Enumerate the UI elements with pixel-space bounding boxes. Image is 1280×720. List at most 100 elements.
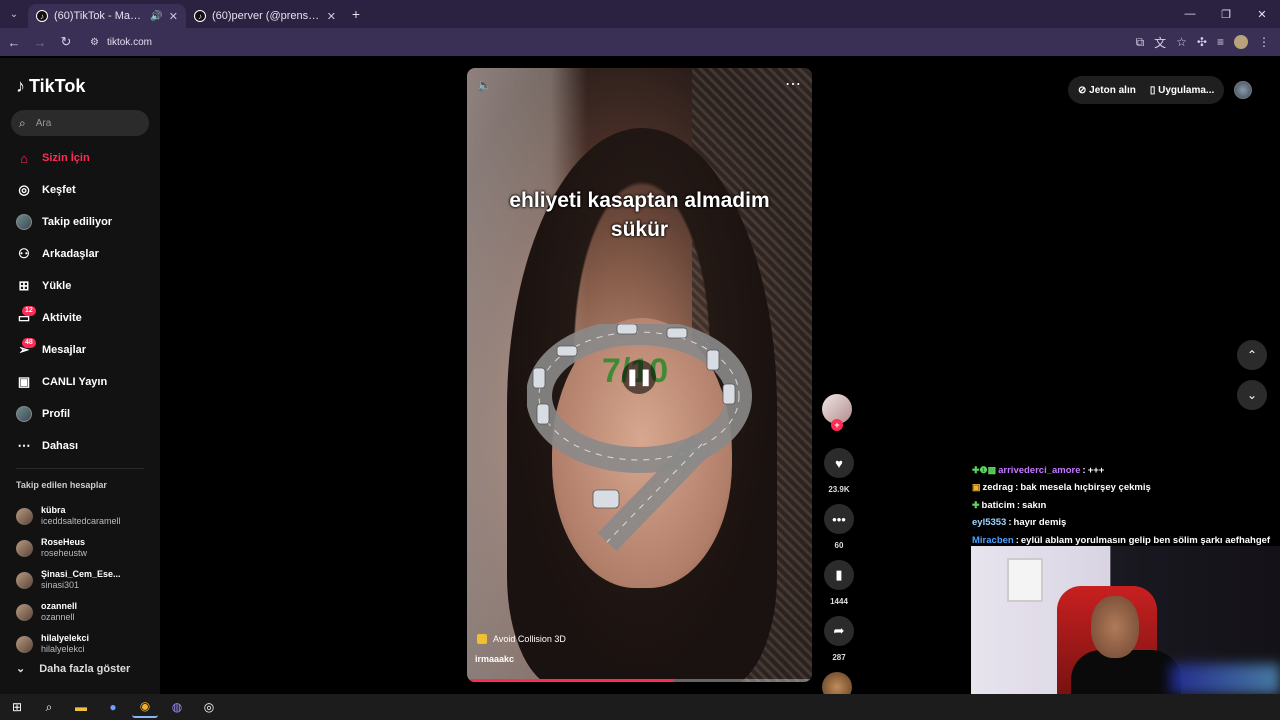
badge-icon: ▣ — [972, 482, 981, 493]
chat-message: hayır demiş — [1013, 517, 1067, 529]
list-item[interactable]: ozannell ozannell — [0, 596, 160, 628]
sidebar-item-live[interactable]: ▣ CANLI Yayın — [0, 366, 160, 398]
save-action[interactable]: ▮ 1444 — [822, 560, 856, 607]
follow-plus-icon[interactable]: + — [831, 419, 843, 431]
previous-video-button[interactable]: ⌃ — [1237, 340, 1267, 370]
more-icon: ⋯ — [17, 438, 31, 453]
chat-line: ✚ baticim : sakın — [972, 499, 1047, 511]
heart-icon[interactable]: ♥ — [824, 448, 854, 478]
chat-message: bak mesela hıçbirşey çekmiş — [1020, 482, 1151, 494]
list-item[interactable]: Şinasi_Cem_Ese... sinasi301 — [0, 564, 160, 596]
new-tab-button[interactable]: + — [344, 6, 368, 22]
share-icon[interactable]: ➦ — [824, 616, 854, 646]
volume-icon[interactable]: 🔈 — [477, 78, 492, 92]
tiktok-logo[interactable]: ♪ TikTok — [16, 76, 85, 97]
tab-close-icon[interactable]: ✕ — [169, 10, 178, 23]
reload-icon[interactable]: ↻ — [54, 30, 78, 54]
obs-icon[interactable]: ◎ — [196, 696, 222, 718]
app-icon[interactable]: ● — [100, 696, 126, 718]
tab-perver[interactable]: ♪ (60)perver (@prensesperver) | T ✕ — [186, 4, 344, 28]
translate-icon[interactable]: 文 — [1154, 34, 1166, 51]
search-placeholder: Ara — [35, 117, 52, 129]
windows-taskbar: ⊞ ⌕ ▬ ● ◉ ◍ ◎ — [0, 694, 1280, 720]
video-progress-bar[interactable] — [467, 679, 812, 682]
tv-icon: ▣ — [17, 374, 31, 389]
tab-search-icon[interactable]: ⌄ — [0, 0, 28, 28]
pause-button[interactable]: ❚❚ — [622, 360, 656, 394]
minimize-icon[interactable]: — — [1172, 0, 1208, 28]
close-window-icon[interactable]: ✕ — [1244, 0, 1280, 28]
windows-start-icon[interactable]: ⊞ — [4, 696, 30, 718]
sidebar-item-explore[interactable]: ◎ Keşfet — [0, 174, 160, 206]
share-action[interactable]: ➦ 287 — [822, 616, 856, 663]
divider — [16, 468, 144, 469]
get-coins-button[interactable]: ⊘ Jeton alın — [1078, 85, 1136, 96]
url-text: tiktok.com — [106, 36, 152, 48]
comment-action[interactable]: ••• 60 — [822, 504, 856, 551]
chat-line: ▣ zedrag : bak mesela hıçbirşey çekmiş — [972, 482, 1151, 494]
extensions-icon[interactable]: ✣ — [1197, 35, 1207, 49]
list-item[interactable]: hilalyelekci hilalyelekci — [0, 628, 160, 660]
game-tag[interactable]: Avoid Collision 3D — [477, 634, 566, 644]
discord-icon[interactable]: ◍ — [164, 696, 190, 718]
feed-navigation: ⌃ ⌄ — [1237, 340, 1267, 420]
media-icon[interactable]: ≡ — [1217, 35, 1224, 49]
video-actions: + ♥ 23.9K ••• 60 ▮ 1444 ➦ 287 — [822, 394, 856, 702]
speaker-icon[interactable]: 🔊 — [150, 11, 162, 22]
creator-avatar[interactable]: + — [822, 394, 852, 431]
window-controls: — ❐ ✕ — [1172, 0, 1280, 28]
sidebar-item-activity[interactable]: ▭ 12 Aktivite — [0, 302, 160, 334]
forward-icon[interactable]: → — [28, 30, 52, 54]
comment-icon[interactable]: ••• — [824, 504, 854, 534]
user-avatar[interactable] — [1234, 81, 1253, 99]
restore-icon[interactable]: ❐ — [1208, 0, 1244, 28]
sidebar: ♪ TikTok ⌕ Ara ⌂ Sizin İçin ◎ Keşfet Tak… — [0, 58, 160, 694]
next-video-button[interactable]: ⌄ — [1237, 380, 1267, 410]
sidebar-item-friends[interactable]: ⚇ Arkadaşlar — [0, 238, 160, 270]
sidebar-item-profile[interactable]: Profil — [0, 398, 160, 430]
chat-user: baticim — [981, 499, 1015, 511]
browser-menu-icon[interactable]: ⋮ — [1258, 35, 1270, 49]
like-action[interactable]: ♥ 23.9K — [822, 448, 856, 495]
share-count: 287 — [832, 653, 846, 662]
avatar — [16, 603, 33, 621]
search-input[interactable]: ⌕ Ara — [11, 110, 149, 136]
get-app-button[interactable]: ▯ Uygulama... — [1150, 85, 1214, 96]
search-icon: ⌕ — [19, 115, 26, 130]
video-player[interactable]: 🔈 ⋯ ehliyeti kasaptan almadim sükür 7/10 — [467, 68, 812, 682]
avatar — [16, 507, 33, 525]
sidebar-item-more[interactable]: ⋯ Dahası — [0, 430, 160, 462]
messages-badge: 48 — [22, 338, 36, 348]
sidebar-item-messages[interactable]: ➢ 48 Mesajlar — [0, 334, 160, 366]
back-icon[interactable]: ← — [2, 30, 26, 54]
list-item[interactable]: kübra iceddsaltedcaramell — [0, 500, 160, 532]
header-actions: ⊘ Jeton alın ▯ Uygulama... — [1068, 76, 1253, 104]
cast-icon[interactable]: ⧉ — [1136, 35, 1145, 50]
stream-chat: ✚❶▩ arrivederci_amore : +++ ▣ zedrag : b… — [972, 444, 1278, 549]
sidebar-item-for-you[interactable]: ⌂ Sizin İçin — [0, 142, 160, 174]
sidebar-item-following[interactable]: Takip ediliyor — [0, 206, 160, 238]
search-icon[interactable]: ⌕ — [36, 696, 62, 718]
sidebar-item-upload[interactable]: ⊞ Yükle — [0, 270, 160, 302]
browser-tab-bar: ⌄ ♪ (60)TikTok - Make Your Day 🔊 ✕ ♪ (60… — [0, 0, 1280, 28]
avatar — [16, 539, 33, 557]
show-more-button[interactable]: ⌄ Daha fazla göster — [16, 662, 130, 676]
url-field[interactable]: ⚙ tiktok.com — [84, 31, 1084, 53]
file-explorer-icon[interactable]: ▬ — [68, 696, 94, 718]
following-avatar — [16, 214, 32, 230]
list-item[interactable]: RoseHeus roseheustw — [0, 532, 160, 564]
video-progress-fill — [467, 679, 674, 682]
site-info-icon[interactable]: ⚙ — [90, 37, 99, 48]
tab-tiktok[interactable]: ♪ (60)TikTok - Make Your Day 🔊 ✕ — [28, 4, 186, 28]
plus-square-icon: ⊞ — [18, 278, 30, 293]
bookmark-star-icon[interactable]: ☆ — [1176, 35, 1187, 49]
chrome-icon[interactable]: ◉ — [132, 696, 158, 718]
bookmark-icon[interactable]: ▮ — [824, 560, 854, 590]
video-author[interactable]: irmaaakc — [475, 654, 514, 664]
video-more-icon[interactable]: ⋯ — [785, 74, 802, 94]
tab-close-icon[interactable]: ✕ — [327, 10, 336, 23]
profile-avatar[interactable] — [1234, 35, 1248, 49]
chat-user: Miracben — [972, 534, 1014, 546]
browser-toolbar: ⧉ 文 ☆ ✣ ≡ ⋮ — [1136, 28, 1270, 56]
tiktok-favicon-icon: ♪ — [36, 10, 48, 22]
